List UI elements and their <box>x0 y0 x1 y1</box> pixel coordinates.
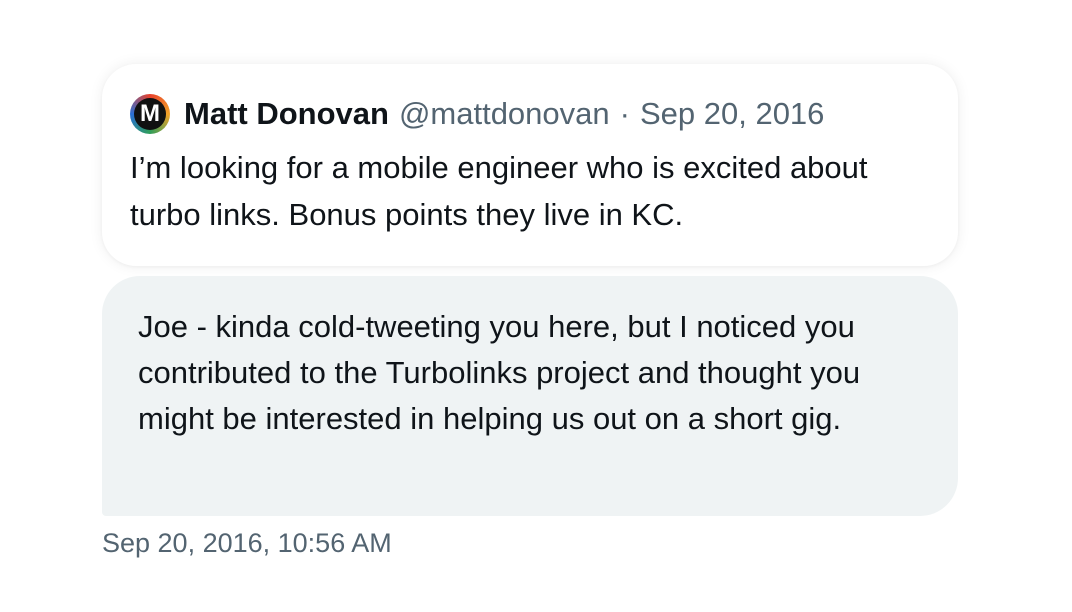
quoted-tweet-date[interactable]: Sep 20, 2016 <box>640 96 824 132</box>
avatar[interactable]: M <box>130 94 170 134</box>
quoted-tweet-header: M Matt Donovan @mattdonovan · Sep 20, 20… <box>130 92 930 136</box>
message-timestamp: Sep 20, 2016, 10:56 AM <box>102 528 392 558</box>
message-text: Joe - kinda cold-tweeting you here, but … <box>138 309 861 436</box>
message-bubble[interactable]: Joe - kinda cold-tweeting you here, but … <box>102 276 958 516</box>
author-name[interactable]: Matt Donovan <box>184 96 389 132</box>
author-handle[interactable]: @mattdonovan <box>399 96 610 132</box>
quoted-tweet-card[interactable]: M Matt Donovan @mattdonovan · Sep 20, 20… <box>102 64 958 266</box>
separator: · <box>619 96 630 131</box>
avatar-letter: M <box>134 98 166 130</box>
quoted-tweet-text: I’m looking for a mobile engineer who is… <box>130 150 868 232</box>
